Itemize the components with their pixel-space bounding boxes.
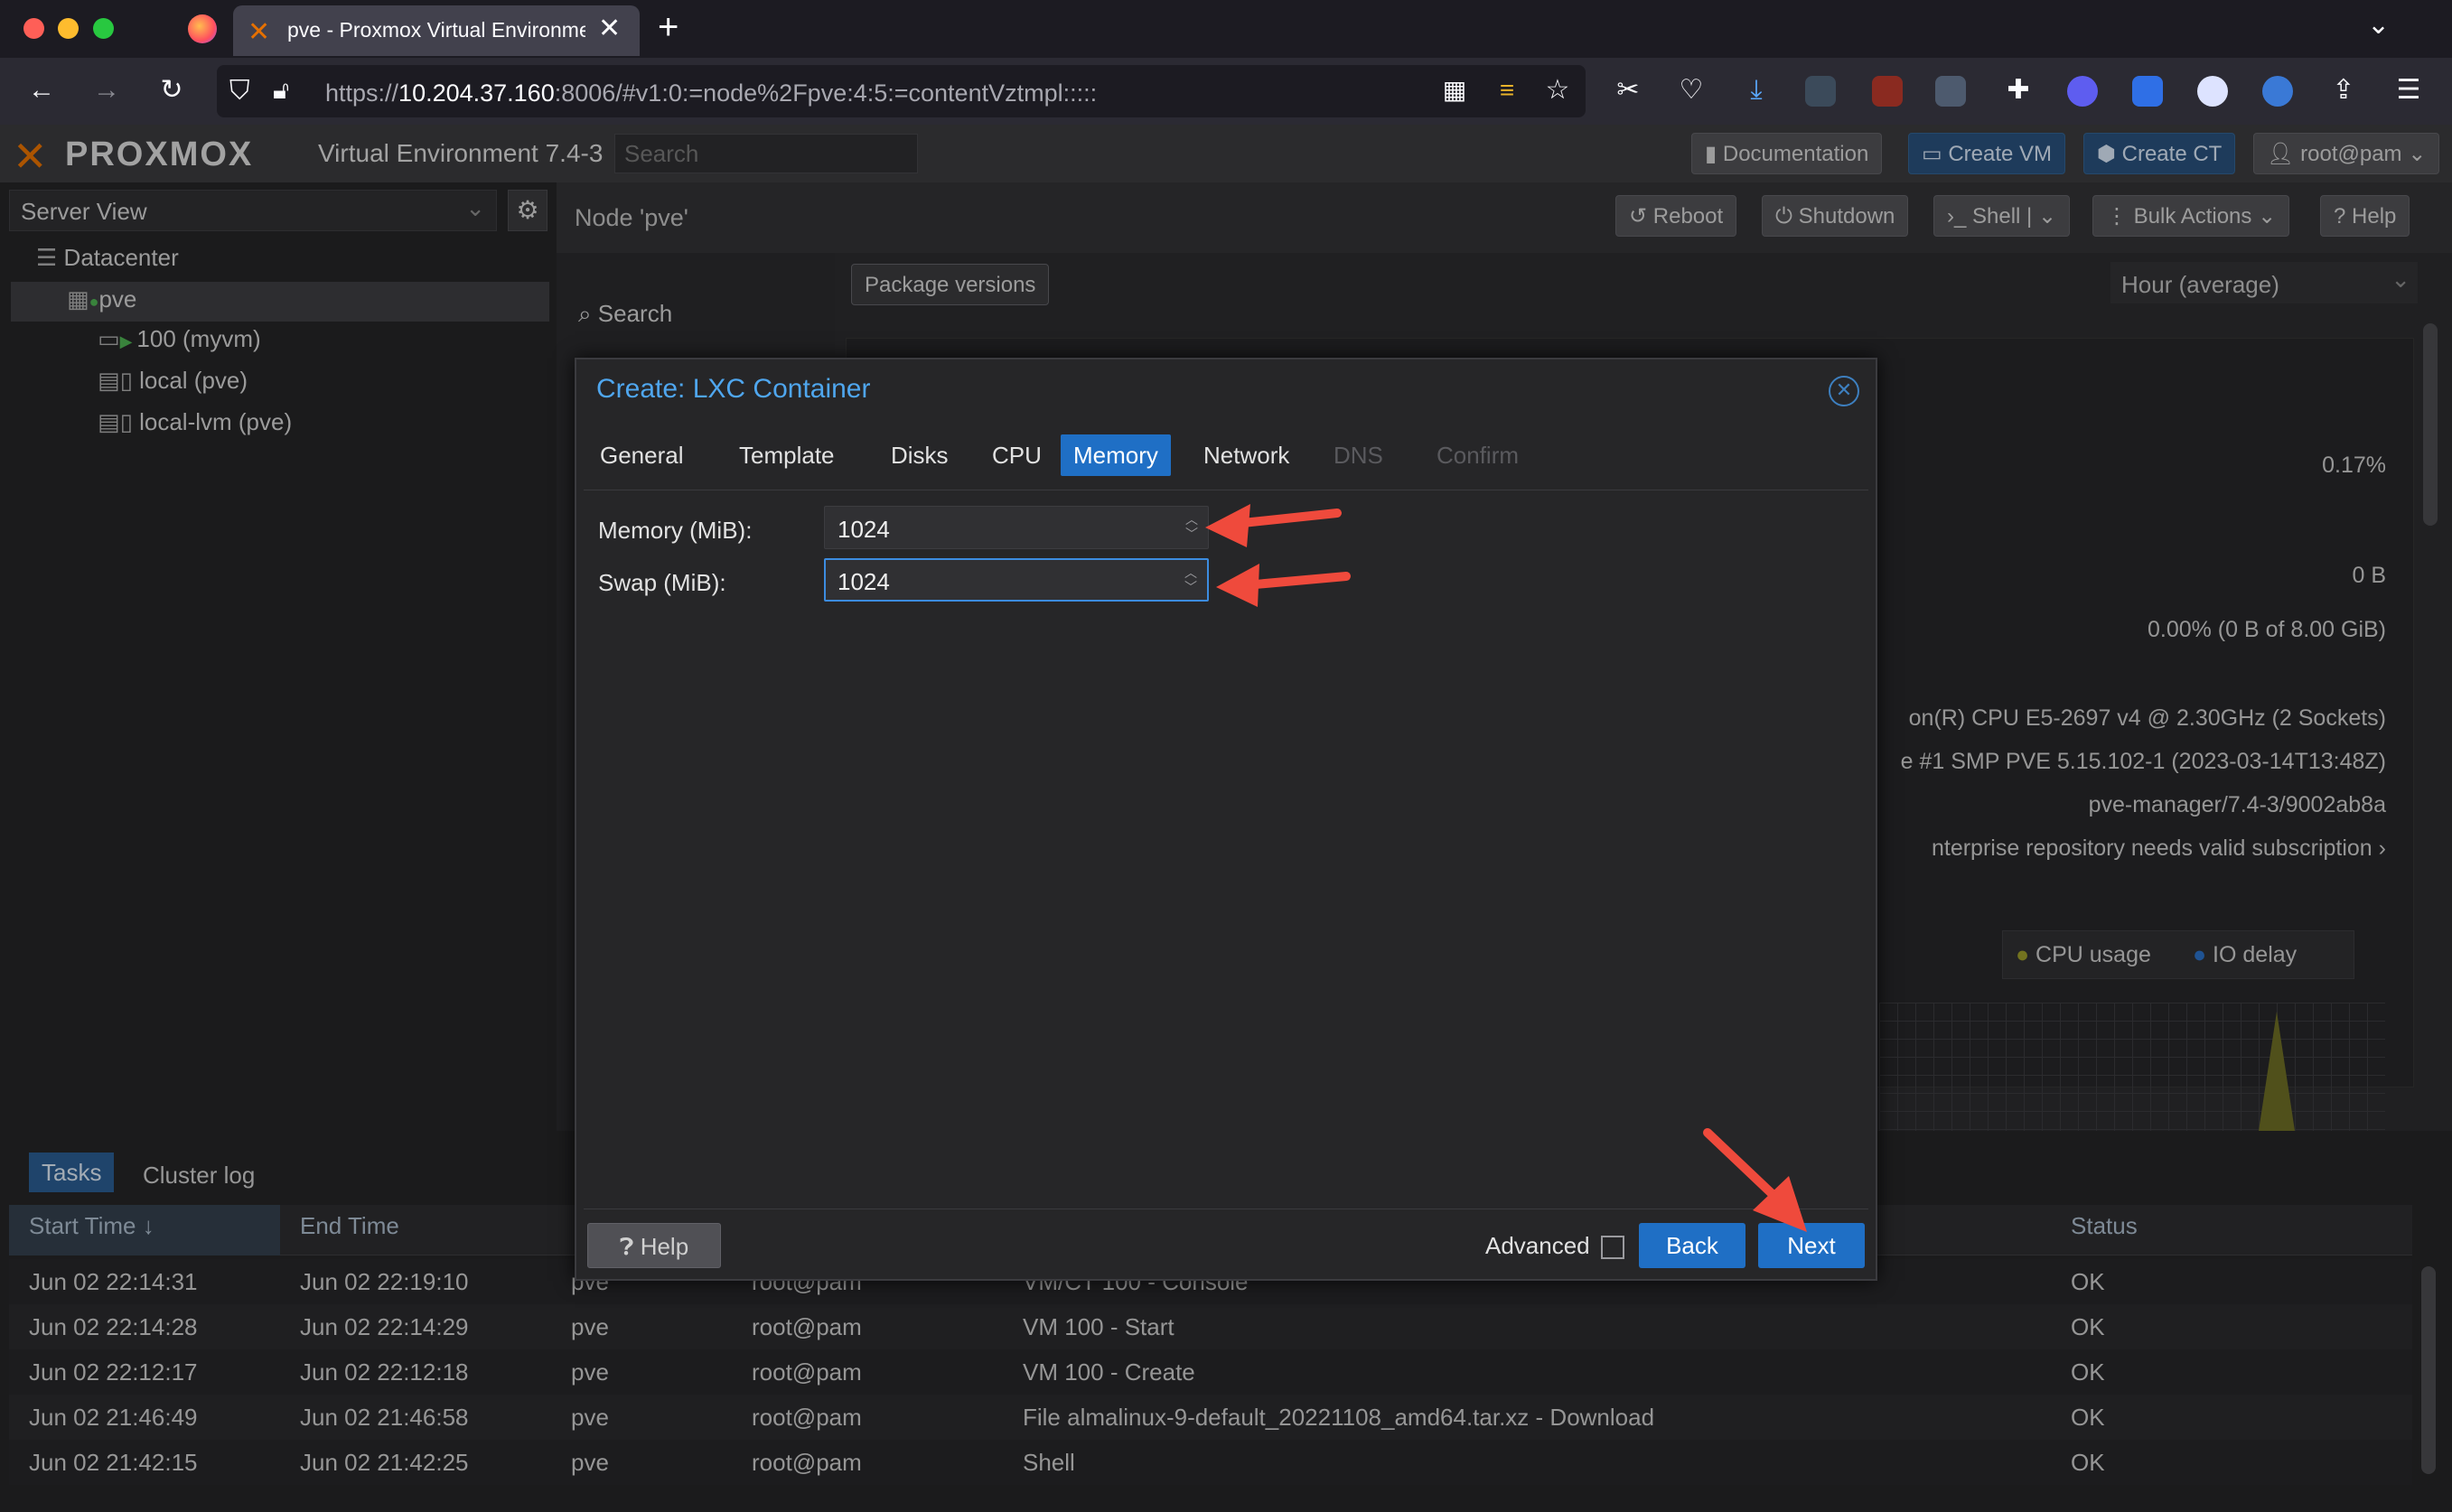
tab-title: pve - Proxmox Virtual Environme	[287, 18, 585, 42]
tab-confirm: Confirm	[1437, 442, 1520, 469]
tracking-shield-icon[interactable]: ⛉	[229, 76, 250, 107]
swap-label: Swap (MiB):	[598, 569, 726, 596]
advanced-checkbox[interactable]	[1601, 1236, 1624, 1259]
advanced-label: Advanced	[1485, 1232, 1590, 1259]
list-tabs-chevron-icon[interactable]: ⌄	[2367, 9, 2390, 41]
tab-template[interactable]: Template	[726, 434, 847, 476]
dialog-help-button[interactable]: ❓︎ Help	[587, 1223, 721, 1268]
new-tab-icon[interactable]: +	[658, 7, 679, 48]
downloads-icon[interactable]: ⤓	[1740, 74, 1773, 107]
dialog-title: Create: LXC Container	[596, 374, 871, 404]
annotation-arrow-swap-icon	[1216, 564, 1351, 607]
app-menu-icon[interactable]: ☰	[2392, 74, 2425, 107]
extension-1-icon[interactable]	[1805, 76, 1836, 107]
close-tab-icon[interactable]: ✕	[598, 13, 621, 44]
tab-disks[interactable]: Disks	[878, 434, 961, 476]
browser-tab-bar: ✕ pve - Proxmox Virtual Environme ✕ + ⌄	[0, 0, 2452, 58]
back-icon[interactable]: ←	[25, 74, 58, 107]
forward-icon[interactable]: →	[90, 74, 123, 107]
share-icon[interactable]: ⇪	[2327, 74, 2360, 107]
extension-7-icon[interactable]	[2197, 76, 2228, 107]
zoom-window-button[interactable]	[93, 18, 114, 39]
swap-input[interactable]	[838, 568, 1145, 596]
reader-stack-icon[interactable]: ≡	[1491, 74, 1523, 107]
memory-label: Memory (MiB):	[598, 517, 753, 544]
reload-icon[interactable]: ↻	[155, 74, 188, 107]
tab-general[interactable]: General	[587, 434, 697, 476]
bookmark-star-icon[interactable]: ☆	[1541, 74, 1574, 107]
tab-memory[interactable]: Memory	[1061, 434, 1171, 476]
spinner-icon[interactable]: ︿ ﹀	[1182, 565, 1200, 594]
mastodon-icon[interactable]	[2067, 76, 2098, 107]
close-icon[interactable]: ✕	[1829, 376, 1859, 406]
memory-field[interactable]: ︿﹀	[824, 506, 1209, 549]
tab-network[interactable]: Network	[1191, 434, 1302, 476]
qr-code-icon[interactable]: ▦	[1438, 74, 1471, 107]
swap-field[interactable]: ︿﹀	[824, 558, 1209, 602]
lock-warning-icon[interactable]: 🔓︎	[273, 76, 289, 106]
extension-3-icon[interactable]	[1935, 76, 1966, 107]
url-text: https://10.204.37.160:8006/#v1:0:=node%2…	[325, 79, 1098, 107]
extensions-grid-icon[interactable]: ✚	[2002, 74, 2035, 107]
proxmox-favicon-icon: ✕	[248, 17, 271, 47]
pocket-icon[interactable]: ♡	[1675, 74, 1708, 107]
tab-cpu[interactable]: CPU	[979, 434, 1054, 476]
tab-dns: DNS	[1334, 442, 1383, 469]
close-window-button[interactable]	[23, 18, 44, 39]
minimize-window-button[interactable]	[58, 18, 79, 39]
browser-toolbar: ← → ↻ ⛉ 🔓︎ https://10.204.37.160:8006/#v…	[0, 58, 2452, 125]
help-circle-icon: ❓︎	[619, 1233, 641, 1260]
active-tab[interactable]: ✕ pve - Proxmox Virtual Environme ✕	[233, 5, 640, 56]
memory-input[interactable]	[838, 516, 1145, 544]
screenshot-icon[interactable]: ✂	[1612, 74, 1644, 107]
extension-8-icon[interactable]	[2262, 76, 2293, 107]
ublock-icon[interactable]	[1872, 76, 1903, 107]
extension-6-icon[interactable]	[2132, 76, 2163, 107]
firefox-icon[interactable]	[188, 14, 217, 43]
url-bar[interactable]: ⛉ 🔓︎ https://10.204.37.160:8006/#v1:0:=n…	[217, 65, 1586, 117]
annotation-arrow-next-icon	[1703, 1128, 1807, 1232]
